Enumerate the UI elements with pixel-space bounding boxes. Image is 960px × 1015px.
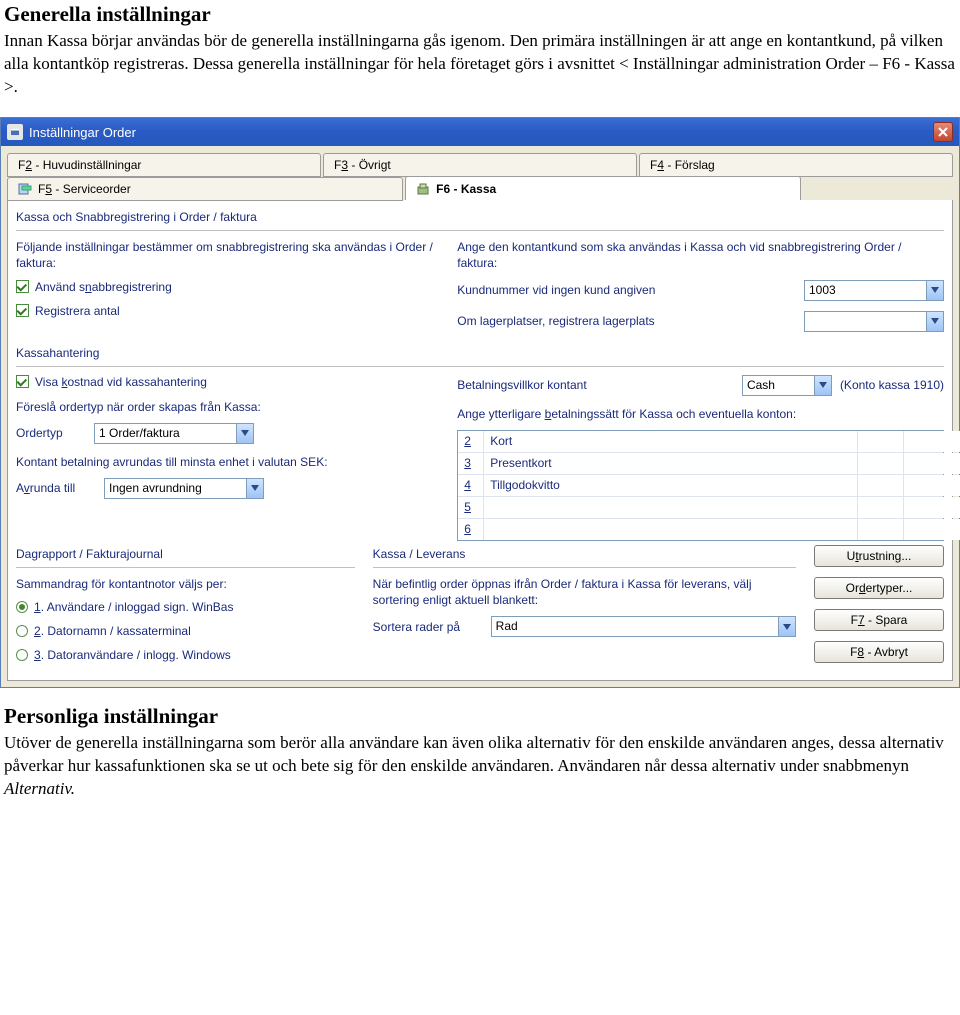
radio-icon <box>16 649 28 661</box>
desc-snabb-right: Ange den kontantkund som ska användas i … <box>457 239 944 271</box>
radio-opt-3[interactable]: 3. Datoranvändare / inlogg. Windows <box>16 648 355 662</box>
close-icon <box>938 127 948 137</box>
window-title: Inställningar Order <box>29 125 136 140</box>
table-row: 4 Tillgodokvitto <box>458 475 943 497</box>
checkbox-label: Använd snabbregistrering <box>35 280 172 294</box>
chevron-down-icon <box>814 376 831 395</box>
combo-payment-account[interactable] <box>903 497 960 518</box>
kassa-icon <box>416 182 430 196</box>
combo-value: 1 Order/faktura <box>95 424 236 443</box>
tab-f3[interactable]: F3 - Övrigt <box>323 153 637 177</box>
window-icon <box>7 124 23 140</box>
combo-ordertyp[interactable]: 1 Order/faktura <box>94 423 254 444</box>
combo-sortera[interactable]: Rad <box>491 616 796 637</box>
radio-icon <box>16 601 28 613</box>
combo-value: Cash <box>743 376 814 395</box>
section-title-dagrapport: Dagrapport / Fakturajournal <box>16 547 355 561</box>
desc-dagrapport: Sammandrag för kontantnotor väljs per: <box>16 576 355 592</box>
row-index: 2 <box>458 431 484 452</box>
combo-payment-account[interactable] <box>903 431 960 452</box>
row-index: 3 <box>458 453 484 474</box>
radio-label: 1. Användare / inloggad sign. WinBas <box>34 600 233 614</box>
checkbox-snabbregistrering[interactable]: Använd snabbregistrering <box>16 280 439 294</box>
button-f7-spara[interactable]: F7 - Spara <box>814 609 944 631</box>
section-title-kassahantering: Kassahantering <box>16 346 944 360</box>
table-row: 5 <box>458 497 943 519</box>
row-index: 5 <box>458 497 484 518</box>
payment-name-cell[interactable] <box>484 519 857 540</box>
window-titlebar: Inställningar Order <box>1 118 959 146</box>
label-sortera: Sortera rader på <box>373 620 483 634</box>
desc-snabb-left: Följande inställningar bestämmer om snab… <box>16 239 439 271</box>
tab-f4[interactable]: F4 - Förslag <box>639 153 953 177</box>
row-index: 6 <box>458 519 484 540</box>
combo-kundnummer[interactable]: 1003 <box>804 280 944 301</box>
chevron-down-icon <box>246 479 263 498</box>
payment-name-cell[interactable]: Presentkort <box>484 453 857 474</box>
desc-ordertyp: Föreslå ordertyp när order skapas från K… <box>16 399 439 415</box>
checkbox-icon <box>16 375 29 388</box>
checkbox-label: Visa kostnad vid kassahantering <box>35 375 207 389</box>
combo-payment-account[interactable] <box>903 519 960 540</box>
chevron-down-icon <box>926 281 943 300</box>
doc-paragraph-1: Innan Kassa börjar användas bör de gener… <box>4 30 956 99</box>
combo-payment-account[interactable] <box>903 453 960 474</box>
button-utrustning[interactable]: Utrustning... <box>814 545 944 567</box>
combo-value <box>805 312 926 331</box>
tabs-row-top: F2 - Huvudinställningar F3 - Övrigt F4 -… <box>1 146 959 176</box>
tab-panel-kassa: Kassa och Snabbregistrering i Order / fa… <box>7 200 953 681</box>
label-avrunda: Avrunda till <box>16 481 96 495</box>
serviceorder-icon <box>18 182 32 196</box>
row-index: 4 <box>458 475 484 496</box>
combo-betalningsvillkor[interactable]: Cash <box>742 375 832 396</box>
tabs-row-bottom: F5 - Serviceorder F6 - Kassa <box>1 176 959 200</box>
section-title-kassa-leverans: Kassa / Leverans <box>373 547 796 561</box>
button-f8-avbryt[interactable]: F8 - Avbryt <box>814 641 944 663</box>
payment-name-cell[interactable] <box>484 497 857 518</box>
checkbox-icon <box>16 280 29 293</box>
table-row: 3 Presentkort <box>458 453 943 475</box>
tab-f5-serviceorder[interactable]: F5 - Serviceorder <box>7 177 403 201</box>
label-betalningsvillkor: Betalningsvillkor kontant <box>457 378 734 392</box>
combo-value: Ingen avrundning <box>105 479 246 498</box>
chevron-down-icon <box>926 312 943 331</box>
payment-methods-table: 2 Kort 3 Presentkort 4 Tillgodokvitto <box>457 430 944 541</box>
close-button[interactable] <box>933 122 953 142</box>
checkbox-visa-kostnad[interactable]: Visa kostnad vid kassahantering <box>16 375 439 389</box>
checkbox-registrera-antal[interactable]: Registrera antal <box>16 304 439 318</box>
button-ordertyper[interactable]: Ordertyper... <box>814 577 944 599</box>
label-konto-kassa: (Konto kassa 1910) <box>840 378 944 392</box>
combo-payment-account[interactable] <box>903 475 960 496</box>
radio-opt-2[interactable]: 2. Datornamn / kassaterminal <box>16 624 355 638</box>
tab-f2[interactable]: F2 - Huvudinställningar <box>7 153 321 177</box>
table-row: 2 Kort <box>458 431 943 453</box>
table-row: 6 <box>458 519 943 540</box>
doc-heading-1: Generella inställningar <box>4 0 956 28</box>
desc-kassa-leverans: När befintlig order öppnas ifrån Order /… <box>373 576 796 608</box>
settings-window: Inställningar Order F2 - Huvudinställnin… <box>0 117 960 688</box>
label-ordertyp: Ordertyp <box>16 426 86 440</box>
checkbox-label: Registrera antal <box>35 304 120 318</box>
tab-f6-kassa[interactable]: F6 - Kassa <box>405 176 801 200</box>
doc-heading-2: Personliga inställningar <box>4 702 956 730</box>
checkbox-icon <box>16 304 29 317</box>
combo-lagerplats[interactable] <box>804 311 944 332</box>
chevron-down-icon <box>778 617 795 636</box>
radio-opt-1[interactable]: 1. Användare / inloggad sign. WinBas <box>16 600 355 614</box>
label-kundnummer: Kundnummer vid ingen kund angiven <box>457 283 796 297</box>
desc-avrundning: Kontant betalning avrundas till minsta e… <box>16 454 439 470</box>
radio-icon <box>16 625 28 637</box>
combo-avrunda[interactable]: Ingen avrundning <box>104 478 264 499</box>
combo-value: 1003 <box>805 281 926 300</box>
payment-name-cell[interactable]: Tillgodokvitto <box>484 475 857 496</box>
payment-name-cell[interactable]: Kort <box>484 431 857 452</box>
section-title-snabb: Kassa och Snabbregistrering i Order / fa… <box>16 210 944 224</box>
chevron-down-icon <box>236 424 253 443</box>
desc-extra-betal: Ange ytterligare betalningssätt för Kass… <box>457 406 944 422</box>
radio-label: 3. Datoranvändare / inlogg. Windows <box>34 648 231 662</box>
radio-label: 2. Datornamn / kassaterminal <box>34 624 191 638</box>
doc-paragraph-2: Utöver de generella inställningarna som … <box>4 732 956 801</box>
combo-value: Rad <box>492 617 778 636</box>
label-lagerplats: Om lagerplatser, registrera lagerplats <box>457 314 796 328</box>
